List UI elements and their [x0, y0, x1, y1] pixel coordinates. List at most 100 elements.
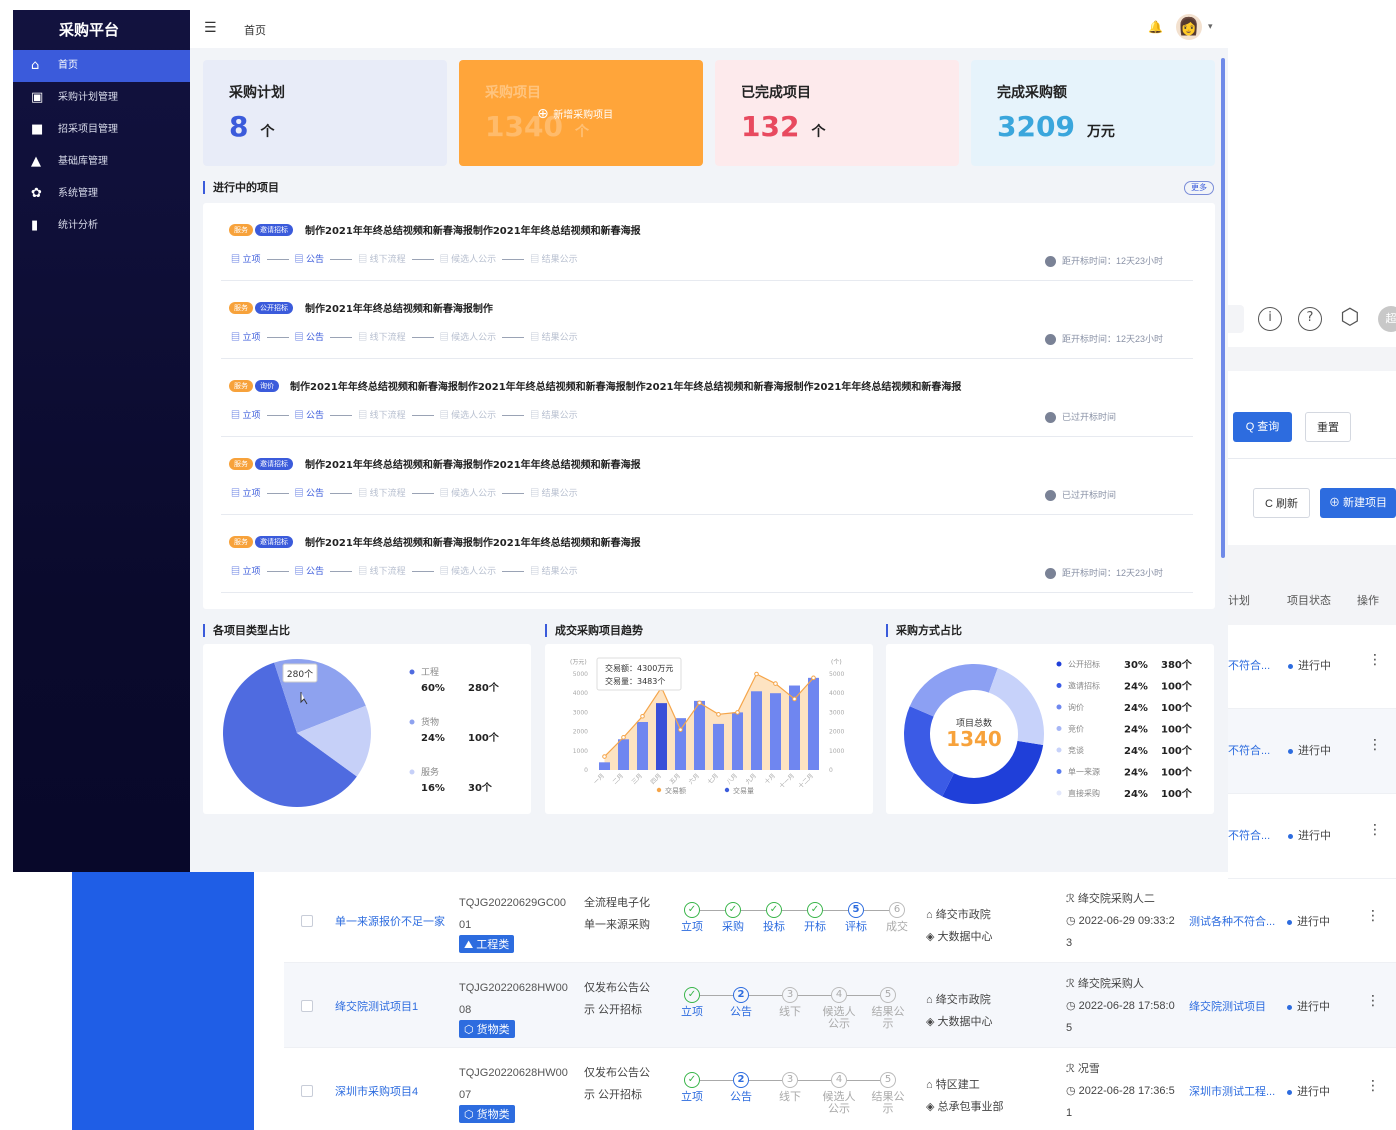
line-point-4[interactable]	[678, 727, 683, 732]
sidebar-item-4[interactable]: ✿ 系统管理	[13, 178, 190, 210]
line-point-0[interactable]	[602, 754, 607, 759]
flow-step-label: 线下流程	[369, 332, 406, 342]
flow-connector	[502, 493, 525, 495]
donut-slice-2[interactable]	[909, 664, 998, 717]
legend-count: 30个	[468, 781, 493, 794]
more-actions-icon[interactable]: ⋮	[1368, 737, 1382, 753]
step: 6 成交	[877, 902, 917, 933]
sidebar-item-5[interactable]: ▮ 统计分析	[13, 210, 190, 242]
avatar[interactable]: 👩	[1176, 14, 1202, 40]
sidebar-item-0[interactable]: ⌂ 首页	[13, 50, 190, 82]
table-row[interactable]: 绛交院测试项目1 TQJG20220628HW0008 ⬡ 货物类 仅发布公告公示 公…	[284, 963, 1396, 1048]
flow-step: ▤ 公告	[295, 566, 325, 576]
project-title[interactable]: 制作2021年年终总结视频和新春海报制作2021年年终总结视频和新春海报	[305, 222, 641, 237]
step: ✓ 立项	[672, 987, 712, 1018]
project-title[interactable]: 制作2021年年终总结视频和新春海报制作2021年年终总结视频和新春海报制作20…	[290, 378, 961, 393]
line-point-6[interactable]	[716, 712, 721, 717]
plan-link[interactable]: 深圳市测试工程...	[1189, 1083, 1275, 1099]
project-title[interactable]: 制作2021年年终总结视频和新春海报制作	[305, 300, 493, 315]
plan-link[interactable]: 测试各种不符合...	[1189, 913, 1275, 929]
flow-step-label: 立项	[242, 566, 261, 576]
more-button[interactable]: 更多	[1184, 181, 1214, 195]
plan-link[interactable]: 不符合...	[1228, 742, 1270, 758]
project-name-link[interactable]: 绛交院测试项目1	[335, 998, 418, 1014]
line-point-9[interactable]	[773, 681, 778, 686]
stat-card-1[interactable]: 采购项目 1340 个 ⊕ 新增采购项目	[459, 60, 703, 166]
step-circle: 5	[848, 902, 864, 918]
new-project-button[interactable]: ⊕ 新建项目	[1320, 488, 1396, 518]
step: 5 结果公示	[868, 987, 908, 1030]
table-row[interactable]: 不符合... 进行中 ⋮	[1228, 624, 1396, 709]
table-row[interactable]: 深圳市采购项目4 TQJG20220628HW0007 ⬡ 货物类 仅发布公告公示 公…	[284, 1048, 1396, 1130]
legend-name: 询价	[1068, 702, 1084, 712]
bar-6[interactable]	[713, 723, 724, 770]
help-icon[interactable]: ?	[1298, 307, 1322, 331]
reset-button[interactable]: 重置	[1305, 412, 1351, 442]
row-checkbox[interactable]	[301, 915, 313, 927]
flow-step-label: 结果公示	[541, 488, 578, 498]
step-label: 投标	[763, 921, 785, 933]
line-point-2[interactable]	[640, 713, 645, 719]
stat-card-2[interactable]: 已完成项目 132 个	[715, 60, 959, 166]
bar-2[interactable]	[637, 722, 648, 770]
chevron-down-icon[interactable]: ▾	[1208, 22, 1213, 32]
bar-11[interactable]	[808, 677, 819, 770]
project-item[interactable]: 服务 邀请招标 制作2021年年终总结视频和新春海报制作2021年年终总结视频和新春…	[203, 437, 1213, 515]
bar-5[interactable]	[694, 700, 705, 770]
bar-4[interactable]	[675, 718, 686, 770]
line-point-5[interactable]	[697, 700, 702, 706]
line-point-7[interactable]	[735, 710, 740, 715]
sidebar-item-2[interactable]: ■ 招采项目管理	[13, 114, 190, 146]
avatar[interactable]: 超	[1378, 306, 1396, 332]
hexagon-icon[interactable]: ⬡	[1338, 307, 1362, 331]
sidebar-item-1[interactable]: ▣ 采购计划管理	[13, 82, 190, 114]
plan-link[interactable]: 不符合...	[1228, 827, 1270, 843]
more-actions-icon[interactable]: ⋮	[1366, 993, 1380, 1009]
project-name-link[interactable]: 深圳市采购项目4	[335, 1083, 418, 1099]
plan-link[interactable]: 绛交院测试项目	[1189, 998, 1266, 1014]
bell-icon[interactable]: 🔔	[1148, 20, 1163, 34]
query-button[interactable]: Q 查询	[1233, 412, 1292, 442]
bg-blue-panel	[72, 872, 254, 1130]
more-actions-icon[interactable]: ⋮	[1366, 908, 1380, 924]
project-title[interactable]: 制作2021年年终总结视频和新春海报制作2021年年终总结视频和新春海报	[305, 534, 641, 549]
line-point-8[interactable]	[754, 671, 759, 677]
bar-0[interactable]	[599, 762, 610, 770]
legend-name: 竞价	[1068, 724, 1084, 734]
bar-8[interactable]	[751, 691, 762, 770]
line-point-10[interactable]	[792, 696, 797, 702]
project-item[interactable]: 服务 公开招标 制作2021年年终总结视频和新春海报制作 ▤ 立项 ▤ 公告 ▤ 线下流程…	[203, 281, 1213, 359]
table-row[interactable]: 不符合... 进行中 ⋮	[1228, 794, 1396, 879]
line-point-1[interactable]	[621, 735, 626, 740]
table-row[interactable]: 单一来源报价不足一家 TQJG20220629GC0001 ⛰ 工程类 全流程电子化 …	[284, 878, 1396, 963]
stat-card-0[interactable]: 采购计划 8 个	[203, 60, 447, 166]
info-icon[interactable]: i	[1258, 307, 1282, 331]
more-actions-icon[interactable]: ⋮	[1366, 1078, 1380, 1094]
scrollbar[interactable]	[1221, 58, 1225, 558]
sidebar-item-3[interactable]: ▲ 基础库管理	[13, 146, 190, 178]
menu-toggle-icon[interactable]: ☰	[204, 20, 217, 36]
bar-1[interactable]	[618, 739, 629, 770]
more-actions-icon[interactable]: ⋮	[1368, 822, 1382, 838]
bar-7[interactable]	[732, 712, 743, 770]
stat-card-3[interactable]: 完成采购额 3209 万元	[971, 60, 1215, 166]
refresh-button[interactable]: C 刷新	[1253, 488, 1310, 518]
add-project-overlay[interactable]: ⊕ 新增采购项目	[537, 106, 613, 122]
bg-search-field-edge[interactable]	[1228, 305, 1244, 333]
project-item[interactable]: 服务 邀请招标 制作2021年年终总结视频和新春海报制作2021年年终总结视频和新春…	[203, 203, 1213, 281]
more-actions-icon[interactable]: ⋮	[1368, 652, 1382, 668]
row-checkbox[interactable]	[301, 1000, 313, 1012]
line-point-11[interactable]	[811, 675, 816, 681]
project-item[interactable]: 服务 邀请招标 制作2021年年终总结视频和新春海报制作2021年年终总结视频和新春…	[203, 515, 1213, 593]
project-title[interactable]: 制作2021年年终总结视频和新春海报制作2021年年终总结视频和新春海报	[305, 456, 641, 471]
doc-icon: ▤	[439, 332, 452, 342]
bar-3[interactable]	[656, 703, 667, 770]
bar-9[interactable]	[770, 693, 781, 770]
project-name-link[interactable]: 单一来源报价不足一家	[335, 913, 445, 929]
doc-icon: ▤	[358, 410, 370, 420]
project-item[interactable]: 服务 询价 制作2021年年终总结视频和新春海报制作2021年年终总结视频和新春海报…	[203, 359, 1213, 437]
table-row[interactable]: 不符合... 进行中 ⋮	[1228, 709, 1396, 794]
donut-slice-1[interactable]	[904, 706, 955, 797]
row-checkbox[interactable]	[301, 1085, 313, 1097]
plan-link[interactable]: 不符合...	[1228, 657, 1270, 673]
